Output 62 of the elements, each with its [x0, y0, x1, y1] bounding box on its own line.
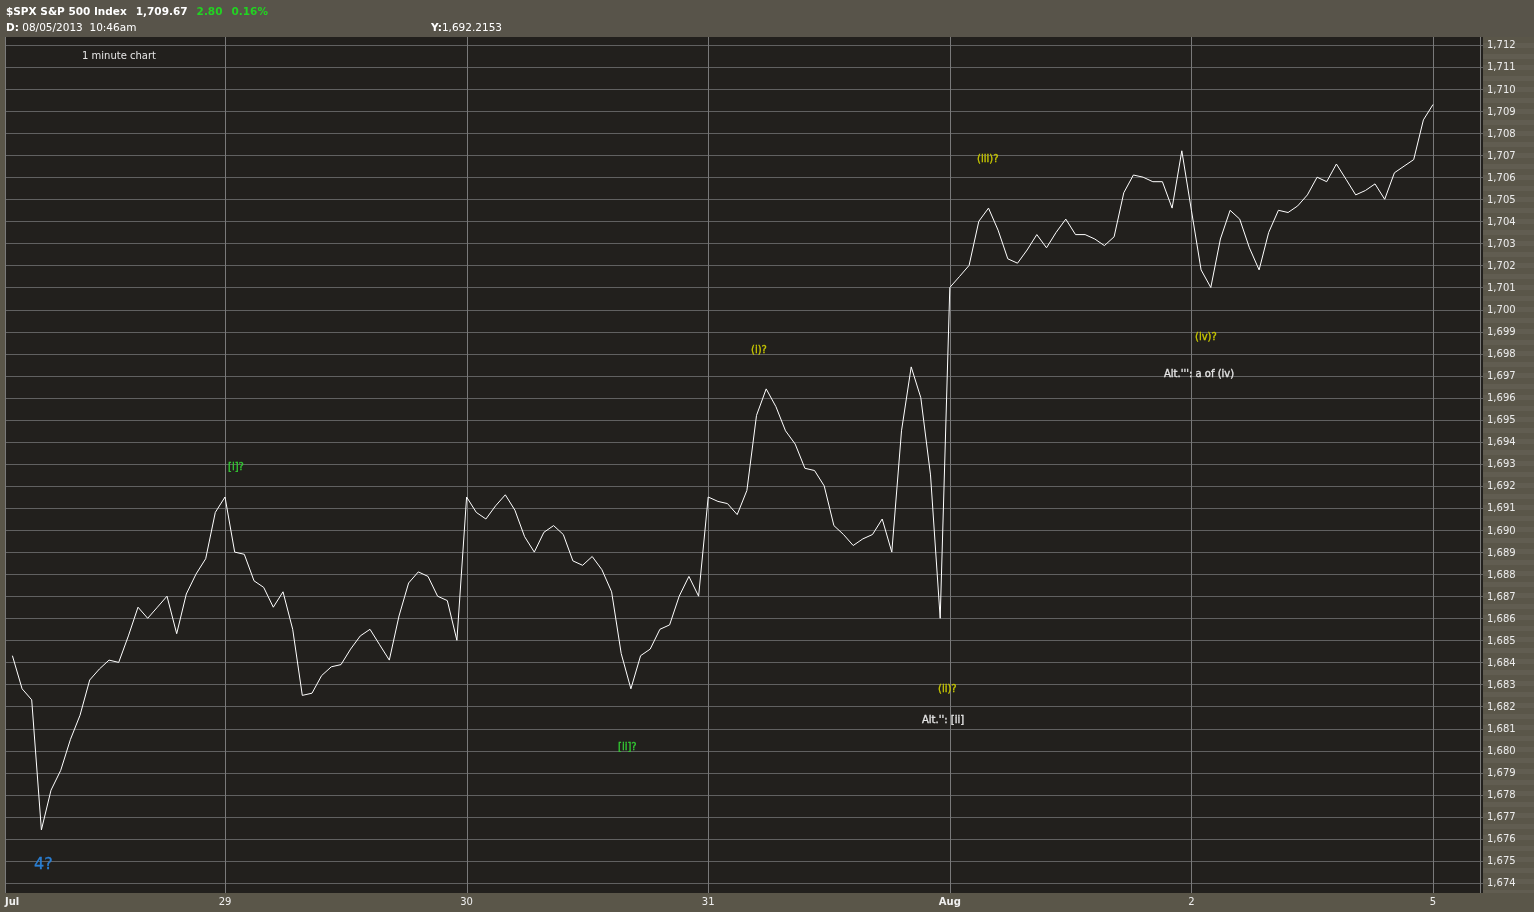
y-axis-label: 1,699: [1487, 326, 1516, 338]
wave-label: (ii)?: [938, 683, 957, 694]
y-axis-label: 1,688: [1487, 568, 1516, 580]
y-axis-label: 1,674: [1487, 877, 1516, 889]
price-change: 2.80: [196, 4, 223, 19]
x-axis-label: 2: [1188, 896, 1195, 907]
index-title: $SPX S&P 500 Index: [6, 4, 127, 19]
y-axis-label: 1,693: [1487, 458, 1516, 470]
x-axis-label: 29: [218, 896, 232, 907]
date-readout: D: 08/05/2013 10:46am: [6, 21, 137, 33]
y-axis-label: 1,698: [1487, 348, 1516, 360]
y-axis-label: 1,705: [1487, 193, 1516, 205]
y-axis-label: 1,702: [1487, 259, 1516, 271]
percent-change: 0.16%: [231, 4, 268, 19]
y-axis-label: 1,677: [1487, 811, 1516, 823]
y-axis-label: 1,689: [1487, 546, 1516, 558]
y-axis-label: 1,676: [1487, 833, 1516, 845]
y-axis-label: 1,703: [1487, 237, 1516, 249]
y-axis-label: 1,691: [1487, 502, 1516, 514]
y-axis-label: 1,678: [1487, 789, 1516, 801]
y-axis-label: 1,685: [1487, 634, 1516, 646]
y-axis-label: 1,696: [1487, 392, 1516, 404]
wave-label: (i)?: [751, 344, 767, 355]
y-axis-label: 1,709: [1487, 105, 1516, 117]
y-axis-label: 1,681: [1487, 723, 1516, 734]
y-axis-label: 1,700: [1487, 304, 1516, 316]
y-axis-label: 1,682: [1487, 700, 1516, 712]
y-axis-label: 1,679: [1487, 767, 1516, 779]
wave-label: (iv)?: [1195, 331, 1217, 342]
y-axis-label: 1,695: [1487, 414, 1516, 426]
y-axis-label: 1,690: [1487, 524, 1516, 536]
chart-title: 1 minute chart: [82, 50, 156, 61]
y-axis-label: 1,692: [1487, 480, 1516, 492]
y-axis-label: 1,708: [1487, 127, 1516, 139]
y-axis-label: 1,687: [1487, 590, 1516, 602]
y-axis-label: 1,683: [1487, 678, 1516, 690]
y-axis-label: 1,684: [1487, 656, 1516, 668]
y-axis-label: 1,686: [1487, 612, 1516, 624]
wave-label: 4?: [34, 854, 53, 873]
y-axis-label: 1,680: [1487, 745, 1516, 757]
y-axis-label: 1,710: [1487, 83, 1516, 95]
y-axis-label: 1,694: [1487, 436, 1516, 448]
x-axis-label: 31: [701, 896, 715, 907]
y-axis-label: 1,701: [1487, 282, 1516, 293]
wave-label: [ii]?: [618, 741, 637, 752]
wave-label: [i]?: [228, 461, 244, 472]
y-axis-label: 1,697: [1487, 370, 1516, 382]
x-axis-label: 30: [460, 896, 473, 907]
wave-label: (iii)?: [977, 153, 999, 164]
x-axis-label: Aug: [938, 896, 961, 907]
y-axis-label: 1,675: [1487, 855, 1516, 867]
x-axis-label: Jul: [5, 896, 20, 907]
note-label: Alt.'': [ii]: [922, 714, 965, 725]
y-axis-label: 1,712: [1487, 39, 1516, 51]
y-axis-label: 1,711: [1487, 61, 1516, 73]
note-label: Alt.''': a of (iv): [1164, 368, 1235, 379]
y-axis-label: 1,704: [1487, 215, 1516, 227]
y-axis-label: 1,707: [1487, 149, 1516, 161]
cursor-value-readout: Y:1,692.2153: [431, 20, 502, 35]
last-price: 1,709.67: [135, 4, 188, 19]
y-axis-label: 1,706: [1487, 171, 1516, 183]
x-axis-label: 5: [1429, 896, 1437, 907]
